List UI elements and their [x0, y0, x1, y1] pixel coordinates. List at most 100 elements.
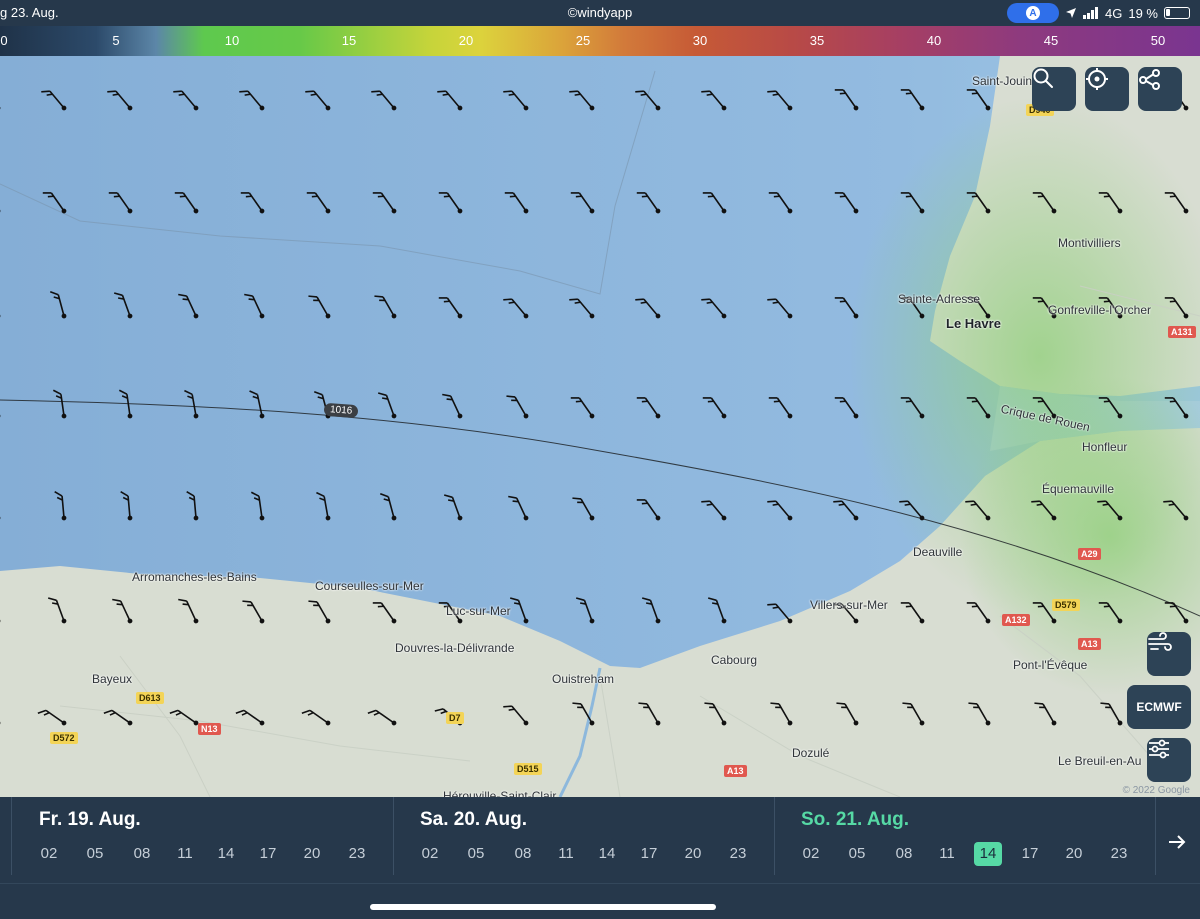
- search-icon: [1033, 68, 1053, 88]
- place-arromanches: Arromanches-les-Bains: [132, 570, 257, 584]
- place-villers-sur-mer: Villers-sur-Mer: [810, 598, 888, 612]
- road-shield: D7: [446, 712, 464, 724]
- hour-option[interactable]: 08: [128, 842, 156, 866]
- place-honfleur: Honfleur: [1082, 440, 1128, 454]
- road-shield: D579: [1052, 599, 1080, 611]
- place-douvres: Douvres-la-Délivrande: [395, 641, 515, 655]
- hour-option[interactable]: 14: [212, 842, 240, 866]
- route-icon: [1139, 69, 1160, 90]
- legend-stop: 50: [1150, 33, 1166, 48]
- road-shield: A132: [1002, 614, 1030, 626]
- place-deauville: Deauville: [913, 545, 963, 559]
- place-sainte-adresse: Sainte-Adresse: [898, 292, 981, 306]
- locate-button[interactable]: [1085, 67, 1129, 111]
- model-selector-button[interactable]: ECMWF: [1127, 685, 1191, 729]
- place-le-havre: Le Havre: [946, 316, 1001, 331]
- road-shield: D515: [514, 763, 542, 775]
- hour-option[interactable]: 08: [509, 842, 537, 866]
- place-montivilliers: Montivilliers: [1058, 236, 1121, 250]
- status-bar: g 23. Aug. ©windyapp A 4G 19 %: [0, 0, 1200, 26]
- hour-option[interactable]: 17: [1016, 842, 1044, 866]
- legend-stop: 15: [341, 33, 357, 48]
- next-arrow-icon[interactable]: [1166, 831, 1188, 853]
- crosshair-icon: [1086, 68, 1108, 90]
- hour-option[interactable]: 11: [171, 842, 199, 866]
- hour-option[interactable]: 05: [843, 842, 871, 866]
- wind-speed-legend: 0 5 10 15 20 25 30 35 40 45 50: [0, 26, 1200, 56]
- signal-icon: [1083, 7, 1099, 19]
- place-bayeux: Bayeux: [92, 672, 133, 686]
- place-cabourg: Cabourg: [711, 653, 758, 667]
- timeline-separator: [774, 797, 775, 875]
- hour-option[interactable]: 20: [298, 842, 326, 866]
- legend-stop: 35: [809, 33, 825, 48]
- search-button[interactable]: [1032, 67, 1076, 111]
- isobar-label: 1016: [323, 402, 359, 419]
- place-courseulles: Courseulles-sur-Mer: [315, 579, 424, 593]
- hour-option[interactable]: 14: [593, 842, 621, 866]
- hour-option[interactable]: 20: [679, 842, 707, 866]
- road-shield: A13: [724, 765, 747, 777]
- day-label[interactable]: So. 21. Aug.: [801, 809, 909, 831]
- status-icons: A 4G 19 %: [1007, 3, 1190, 23]
- wind-layer-button[interactable]: [1147, 632, 1191, 676]
- route-button[interactable]: [1138, 67, 1182, 111]
- place-gonfreville: Gonfreville-l'Orcher: [1048, 303, 1151, 317]
- road-shield: D572: [50, 732, 78, 744]
- hour-option[interactable]: 23: [343, 842, 371, 866]
- hour-option[interactable]: 23: [1105, 842, 1133, 866]
- road-shield: A29: [1078, 548, 1101, 560]
- home-indicator[interactable]: [370, 904, 716, 910]
- wind-icon: [1148, 632, 1172, 651]
- place-ouistreham: Ouistreham: [552, 672, 615, 686]
- place-dozule: Dozulé: [792, 746, 830, 760]
- hour-option[interactable]: 02: [797, 842, 825, 866]
- legend-stop: 20: [458, 33, 474, 48]
- sliders-icon: [1149, 739, 1169, 759]
- map-view[interactable]: 1016 Saint-Jouin Montivilliers Sainte-Ad…: [0, 56, 1200, 797]
- forecast-timeline: Fr. 19. Aug. 02 05 08 11 14 17 20 23 Sa. 20. Aug.…: [0, 797, 1200, 883]
- timeline-separator: [11, 797, 12, 875]
- hour-option[interactable]: 20: [1060, 842, 1088, 866]
- hour-option[interactable]: 05: [462, 842, 490, 866]
- hour-selected[interactable]: 14: [974, 842, 1002, 866]
- hour-option[interactable]: 17: [635, 842, 663, 866]
- location-pill: A: [1007, 3, 1060, 23]
- road-shield: A131: [1168, 326, 1196, 338]
- road-shield: D613: [136, 692, 164, 704]
- legend-stop: 45: [1043, 33, 1059, 48]
- location-arrow-icon: [1066, 8, 1077, 18]
- divider: [0, 883, 1200, 884]
- hour-option[interactable]: 05: [81, 842, 109, 866]
- legend-stop: 25: [575, 33, 591, 48]
- day-label[interactable]: Sa. 20. Aug.: [420, 809, 527, 831]
- legend-stop: 40: [926, 33, 942, 48]
- place-equemauville: Équemauville: [1042, 482, 1115, 496]
- hour-option[interactable]: 11: [552, 842, 580, 866]
- hour-option[interactable]: 17: [254, 842, 282, 866]
- day-label[interactable]: Fr. 19. Aug.: [39, 809, 141, 831]
- hour-option[interactable]: 08: [890, 842, 918, 866]
- hour-option[interactable]: 11: [933, 842, 961, 866]
- place-herouville: Hérouville-Saint-Clair: [443, 789, 557, 797]
- map-copyright: © 2022 Google: [1122, 785, 1190, 796]
- place-pont-leveque: Pont-l'Évêque: [1013, 658, 1088, 672]
- legend-stop: 10: [224, 33, 240, 48]
- place-luc-sur-mer: Luc-sur-Mer: [446, 604, 511, 618]
- timeline-separator: [1155, 797, 1156, 875]
- legend-stop: 5: [112, 33, 120, 48]
- location-pill-label: A: [1026, 6, 1041, 20]
- network-type: 4G: [1105, 5, 1123, 21]
- settings-button[interactable]: [1147, 738, 1191, 782]
- road-shield: A13: [1078, 638, 1101, 650]
- legend-stop: 30: [692, 33, 708, 48]
- hour-option[interactable]: 02: [35, 842, 63, 866]
- timeline-separator: [393, 797, 394, 875]
- hour-option[interactable]: 02: [416, 842, 444, 866]
- place-le-breuil: Le Breuil-en-Au: [1058, 754, 1142, 768]
- battery-level: 19 %: [1128, 5, 1158, 21]
- place-saint-jouin: Saint-Jouin: [972, 74, 1033, 88]
- legend-stop: 0: [0, 33, 8, 48]
- road-shield: N13: [198, 723, 221, 735]
- hour-option[interactable]: 23: [724, 842, 752, 866]
